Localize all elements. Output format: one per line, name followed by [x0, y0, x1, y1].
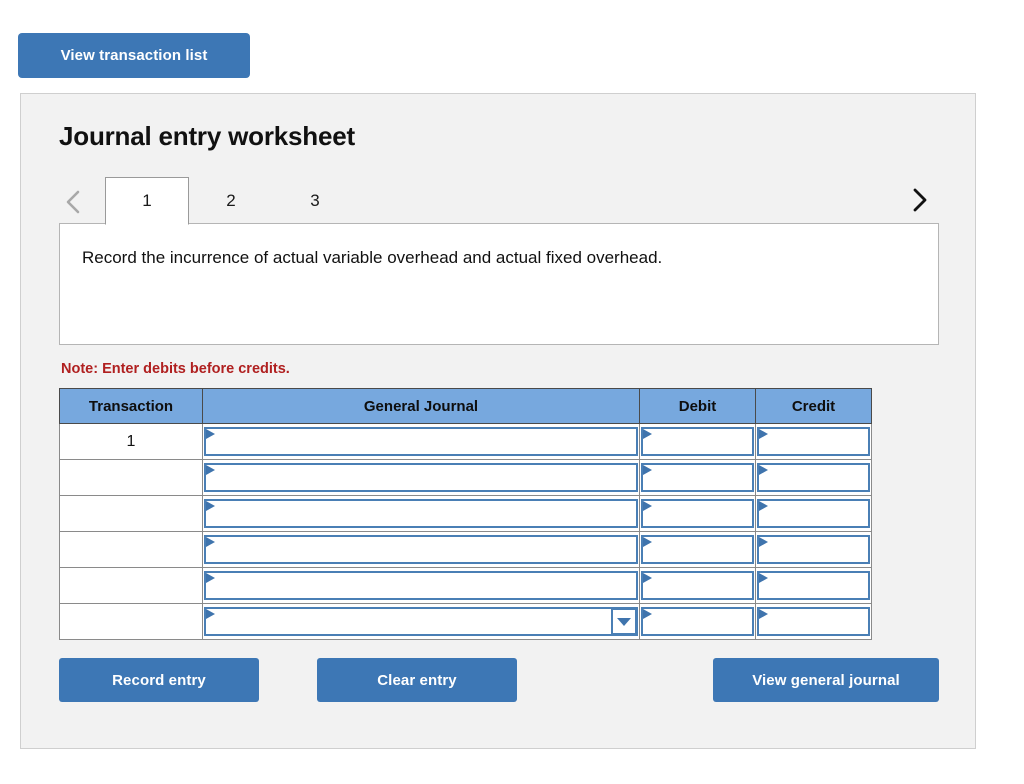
transaction-cell — [59, 459, 203, 496]
transaction-cell — [59, 567, 203, 604]
view-transaction-list-button[interactable]: View transaction list — [18, 33, 250, 78]
tab-3[interactable]: 3 — [273, 176, 357, 224]
tab-2[interactable]: 2 — [189, 176, 273, 224]
tab-3-label: 3 — [310, 190, 320, 210]
previous-entry-button[interactable] — [53, 180, 93, 224]
general-journal-cell[interactable] — [202, 567, 640, 604]
debit-cell[interactable] — [639, 423, 756, 460]
journal-entry-page: View transaction list Journal entry work… — [0, 0, 1024, 784]
credit-cell[interactable] — [755, 423, 872, 460]
top-toolbar: View transaction list — [18, 33, 250, 78]
general-journal-cell[interactable] — [202, 531, 640, 568]
debit-cell[interactable] — [639, 603, 756, 640]
general-journal-input[interactable] — [204, 607, 638, 636]
credit-input[interactable] — [757, 427, 870, 456]
general-journal-input[interactable] — [204, 463, 638, 492]
general-journal-input[interactable] — [204, 499, 638, 528]
credit-cell[interactable] — [755, 531, 872, 568]
instruction-text: Record the incurrence of actual variable… — [82, 248, 663, 267]
debit-input[interactable] — [641, 499, 754, 528]
debit-input[interactable] — [641, 427, 754, 456]
chevron-right-icon — [909, 185, 929, 215]
general-journal-input[interactable] — [204, 535, 638, 564]
clear-entry-button[interactable]: Clear entry — [317, 658, 517, 702]
worksheet-tabs: 1 2 3 — [59, 174, 939, 225]
tab-2-label: 2 — [226, 190, 236, 210]
general-journal-input[interactable] — [204, 571, 638, 600]
record-entry-button[interactable]: Record entry — [59, 658, 259, 702]
credit-cell[interactable] — [755, 495, 872, 532]
next-entry-button[interactable] — [899, 178, 939, 222]
column-header-transaction: Transaction — [59, 388, 203, 424]
worksheet-content: Journal entry worksheet 1 2 3 Record the… — [59, 121, 939, 704]
table-body: 1 — [59, 423, 872, 640]
credit-input[interactable] — [757, 571, 870, 600]
journal-entry-table: Transaction General Journal Debit Credit… — [59, 388, 872, 640]
chevron-left-icon — [63, 187, 83, 217]
debit-cell[interactable] — [639, 531, 756, 568]
instruction-box: Record the incurrence of actual variable… — [59, 223, 939, 345]
tab-1[interactable]: 1 — [105, 177, 189, 225]
credit-input[interactable] — [757, 499, 870, 528]
general-journal-dropdown-button[interactable] — [611, 608, 637, 635]
transaction-cell — [59, 603, 203, 640]
general-journal-cell[interactable] — [202, 603, 640, 640]
general-journal-cell[interactable] — [202, 423, 640, 460]
column-header-debit: Debit — [639, 388, 756, 424]
column-header-general-journal: General Journal — [202, 388, 640, 424]
credit-input[interactable] — [757, 535, 870, 564]
tab-1-label: 1 — [142, 191, 152, 210]
column-header-credit: Credit — [755, 388, 872, 424]
table-row: 1 — [59, 423, 872, 460]
table-header: Transaction General Journal Debit Credit — [59, 388, 872, 424]
action-buttons: Record entry Clear entry View general jo… — [59, 658, 939, 704]
credit-cell[interactable] — [755, 567, 872, 604]
debit-cell[interactable] — [639, 495, 756, 532]
credit-input[interactable] — [757, 463, 870, 492]
debit-input[interactable] — [641, 571, 754, 600]
general-journal-cell[interactable] — [202, 495, 640, 532]
credit-input[interactable] — [757, 607, 870, 636]
table-row — [59, 567, 872, 604]
credit-cell[interactable] — [755, 603, 872, 640]
page-title: Journal entry worksheet — [59, 121, 355, 151]
debit-cell[interactable] — [639, 567, 756, 604]
general-journal-cell[interactable] — [202, 459, 640, 496]
table-row — [59, 531, 872, 568]
debit-input[interactable] — [641, 607, 754, 636]
debit-input[interactable] — [641, 535, 754, 564]
transaction-cell: 1 — [59, 423, 203, 460]
table-row — [59, 459, 872, 496]
credit-cell[interactable] — [755, 459, 872, 496]
debits-before-credits-note: Note: Enter debits before credits. — [61, 361, 290, 377]
table-row — [59, 495, 872, 532]
general-journal-input[interactable] — [204, 427, 638, 456]
transaction-cell — [59, 495, 203, 532]
worksheet-panel: Journal entry worksheet 1 2 3 Record the… — [20, 93, 976, 749]
debit-cell[interactable] — [639, 459, 756, 496]
view-general-journal-button[interactable]: View general journal — [713, 658, 939, 702]
transaction-cell — [59, 531, 203, 568]
table-row — [59, 603, 872, 640]
debit-input[interactable] — [641, 463, 754, 492]
chevron-down-icon — [617, 617, 631, 626]
table-header-row: Transaction General Journal Debit Credit — [59, 388, 872, 424]
